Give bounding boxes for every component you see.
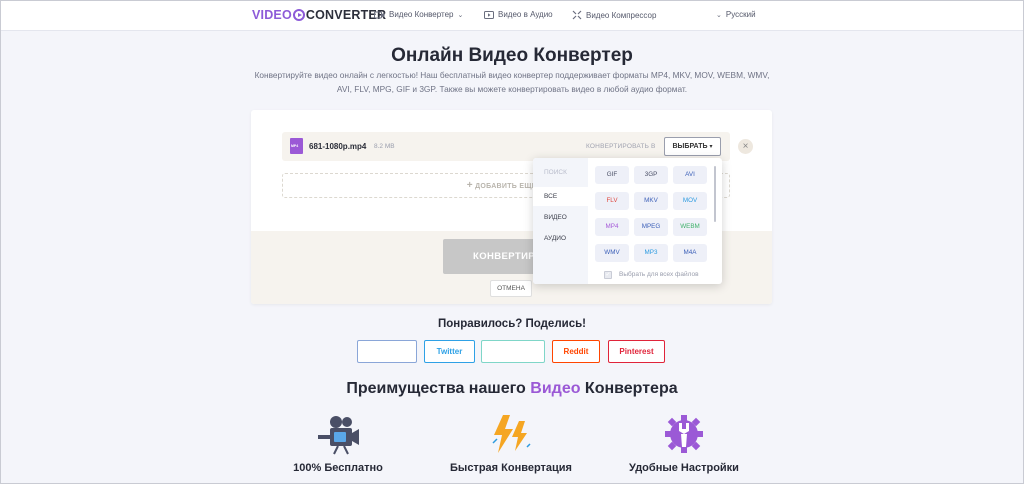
format-option-mpeg[interactable]: MPEG: [634, 218, 668, 236]
play-icon: [484, 10, 494, 19]
feature-settings-label: Удобные Настройки: [629, 462, 739, 474]
share-button-reddit[interactable]: Reddit: [552, 340, 600, 363]
feature-free-label: 100% Бесплатно: [293, 462, 383, 474]
format-dropdown: ПОИСК ВСЕ ВИДЕО АУДИО GIF 3GP AVI FLV MKV MOV…: [533, 158, 722, 284]
format-option-wmv[interactable]: WMV: [595, 244, 629, 262]
format-option-avi[interactable]: AVI: [673, 166, 707, 184]
nav-video-compressor[interactable]: Видео Компрессор: [572, 10, 656, 20]
apply-all-label: Выбрать для всех файлов: [619, 271, 699, 278]
share-button-social-2[interactable]: [481, 340, 545, 363]
format-option-mkv[interactable]: MKV: [634, 192, 668, 210]
nav-label: Видео Конвертер: [389, 10, 454, 19]
lightning-icon: [492, 415, 531, 453]
video-camera-icon: [318, 416, 359, 455]
top-nav-bar: VIDEO CONVERTER Видео Конвертер ⌄ Видео …: [0, 0, 1024, 31]
mp4-file-icon: [290, 138, 303, 154]
feature-fast-label: Быстрая Конвертация: [450, 462, 572, 474]
plus-icon: +: [466, 180, 473, 191]
category-video[interactable]: ВИДЕО: [533, 208, 588, 227]
nav-video-to-audio[interactable]: Видео в Аудио: [484, 10, 553, 19]
select-format-button[interactable]: ВЫБРАТЬ ▾: [664, 137, 721, 156]
format-option-flv[interactable]: FLV: [595, 192, 629, 210]
compress-icon: [572, 10, 582, 20]
features-title-part: Преимущества нашего: [346, 380, 531, 397]
logo-play-icon: [292, 9, 305, 21]
format-option-m4a[interactable]: M4A: [673, 244, 707, 262]
category-audio[interactable]: АУДИО: [533, 229, 588, 248]
wrench-gear-icon: [665, 415, 703, 453]
chevron-down-icon: ⌄: [716, 11, 722, 19]
chevron-down-icon: ⌄: [457, 11, 464, 19]
select-label: ВЫБРАТЬ: [672, 143, 708, 150]
category-all[interactable]: ВСЕ: [533, 187, 588, 206]
format-option-mp4[interactable]: MP4: [595, 218, 629, 236]
dropdown-scrollbar[interactable]: [714, 166, 716, 222]
page-title: Онлайн Видео Конвертер: [391, 45, 633, 66]
language-selector[interactable]: ⌄ Русский: [716, 10, 756, 19]
format-search-input[interactable]: ПОИСК: [544, 169, 567, 176]
apply-all-checkbox[interactable]: ✓: [604, 271, 612, 279]
format-option-3gp[interactable]: 3GP: [634, 166, 668, 184]
language-label: Русский: [725, 10, 756, 19]
file-name: 681-1080p.mp4: [309, 142, 367, 151]
share-title: Понравилось? Поделись!: [437, 318, 586, 330]
format-option-gif[interactable]: GIF: [595, 166, 629, 184]
file-size: 8.2 MB: [374, 143, 395, 150]
caret-down-icon: ▾: [709, 144, 713, 150]
dropdown-category-sidebar: ПОИСК ВСЕ ВИДЕО АУДИО: [533, 158, 588, 284]
format-option-mov[interactable]: MOV: [673, 192, 707, 210]
remove-file-close-icon[interactable]: ×: [738, 139, 753, 154]
nav-label: Видео в Аудио: [498, 10, 553, 19]
nav-video-converter[interactable]: Видео Конвертер ⌄: [374, 10, 463, 19]
file-row: 681-1080p.mp4 8.2 MB КОНВЕРТИРОВАТЬ В ВЫ…: [282, 132, 730, 161]
page-subtitle: Конвертируйте видео онлайн с легкостью! …: [254, 70, 770, 94]
share-button-social-0[interactable]: [357, 340, 417, 363]
share-button-twitter[interactable]: Twitter: [424, 340, 475, 363]
site-logo[interactable]: VIDEO CONVERTER: [252, 8, 386, 22]
features-title: Преимущества нашего Видео Конвертера: [0, 380, 1024, 398]
format-option-webm[interactable]: WEBM: [673, 218, 707, 236]
convert-to-label: КОНВЕРТИРОВАТЬ В: [586, 143, 656, 150]
nav-label: Видео Компрессор: [586, 10, 657, 20]
features-title-part: Конвертера: [580, 380, 678, 397]
logo-text-video: VIDEO: [252, 8, 292, 22]
features-title-highlight: Видео: [530, 380, 581, 397]
format-option-mp3[interactable]: MP3: [634, 244, 668, 262]
cancel-button[interactable]: ОТМЕНА: [490, 280, 532, 297]
video-icon: [374, 11, 385, 18]
share-button-pinterest[interactable]: Pinterest: [608, 340, 665, 363]
